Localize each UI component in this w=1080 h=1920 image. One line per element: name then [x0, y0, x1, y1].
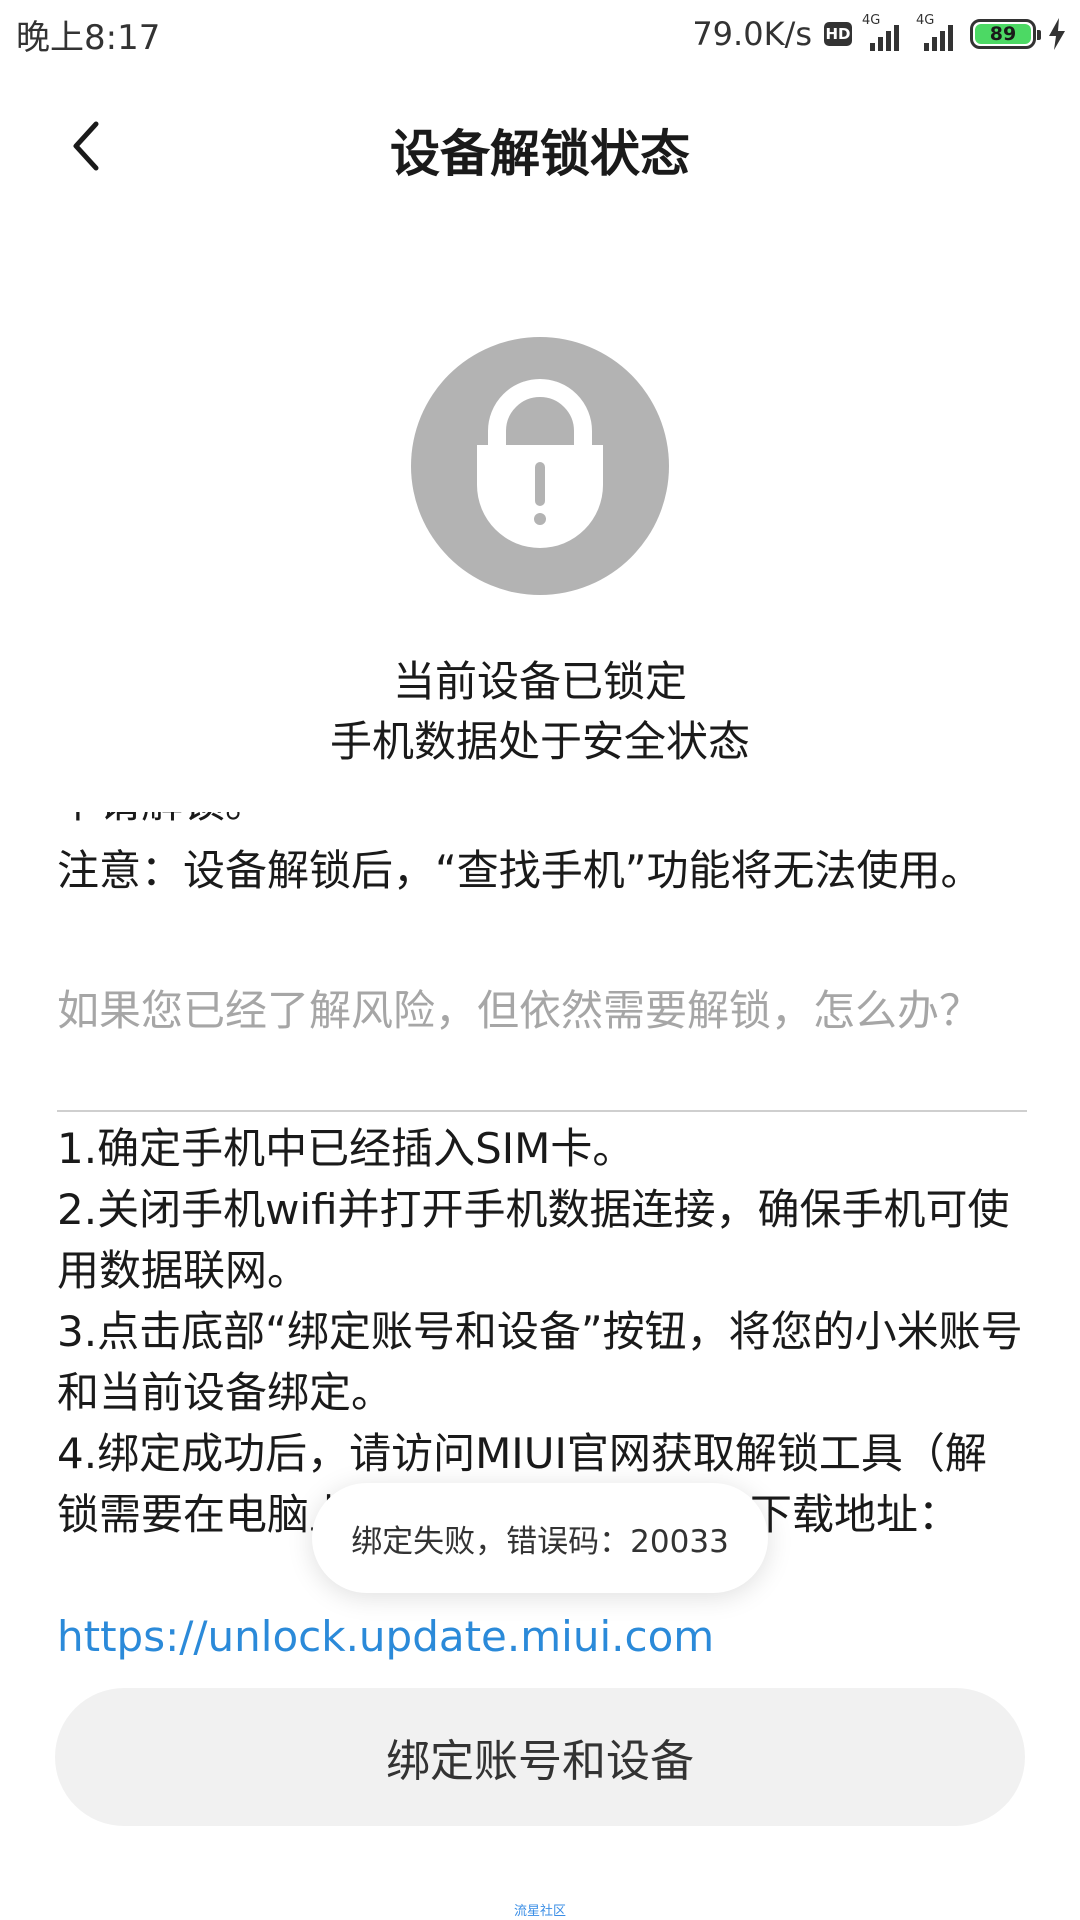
divider: [57, 1110, 1027, 1112]
data-safe-text: 手机数据处于安全状态: [329, 717, 750, 766]
faq-question: 如果您已经了解风险，但依然需要解锁，怎么办？: [57, 986, 982, 1035]
unlock-tool-link[interactable]: https://unlock.update.miui.com: [57, 1606, 714, 1667]
bind-account-device-button[interactable]: 绑定账号和设备: [55, 1688, 1025, 1826]
battery-level: 89: [975, 23, 1031, 45]
error-toast: 绑定失败，错误码：20033: [312, 1483, 768, 1593]
unlock-steps: 1.确定手机中已经插入SIM卡。 2.关闭手机wifi并打开手机数据连接，确保手…: [57, 1118, 1027, 1545]
signal-strength-icon: 4G: [916, 13, 960, 51]
status-time: 晚上8:17: [16, 18, 161, 58]
network-speed: 79.0K/s: [692, 15, 812, 53]
status-bar: 晚上8:17 79.0K/s HD 4G 4G 89: [0, 0, 1080, 66]
device-locked-text: 当前设备已锁定: [392, 657, 687, 706]
signal-strength-icon: 4G: [862, 13, 906, 51]
padlock-exclamation-icon: [477, 379, 603, 548]
page-title: 设备解锁状态: [390, 125, 690, 183]
status-indicators: 79.0K/s HD 4G 4G 89: [692, 12, 1068, 56]
navigation-bar: 设备解锁状态: [0, 96, 1080, 196]
clipped-text-line: 申请解锁。: [57, 812, 267, 833]
hd-voice-icon: HD: [824, 22, 852, 46]
step-item: 1.确定手机中已经插入SIM卡。: [57, 1124, 635, 1173]
step-item: 3.点击底部“绑定账号和设备”按钮，将您的小米账号和当前设备绑定。: [57, 1307, 1023, 1417]
battery-icon: 89: [970, 19, 1041, 49]
find-phone-warning: 注意：设备解锁后，“查找手机”功能将无法使用。: [57, 846, 983, 895]
charging-icon: [1049, 18, 1065, 50]
step-item: 2.关闭手机wifi并打开手机数据连接，确保手机可使用数据联网。: [57, 1185, 1010, 1295]
lock-status-circle: [411, 337, 669, 595]
watermark-text: 流星社区: [513, 1904, 566, 1919]
